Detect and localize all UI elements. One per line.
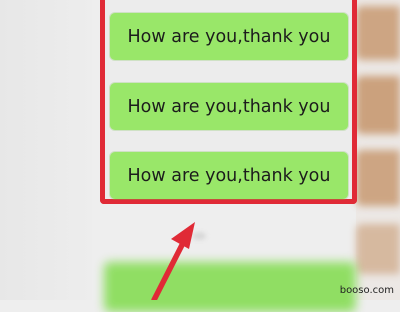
blurred-message-bubble (104, 262, 356, 312)
message-text: How are you,thank you (127, 165, 331, 186)
message-bubble[interactable]: How are you,thank you (110, 13, 348, 60)
message-bubble[interactable]: How are you,thank you (110, 83, 348, 130)
blurred-side-tile (356, 150, 400, 206)
message-bubble[interactable]: How are you,thank you (110, 152, 348, 199)
blurred-side-tile (356, 76, 400, 134)
left-edge-background (0, 0, 92, 300)
message-text: How are you,thank you (127, 96, 331, 117)
message-text: How are you,thank you (127, 26, 331, 47)
blurred-side-tile (356, 224, 400, 274)
blurred-indicator (192, 232, 206, 240)
blurred-side-tile (356, 6, 400, 60)
watermark: booso.com (339, 285, 394, 296)
